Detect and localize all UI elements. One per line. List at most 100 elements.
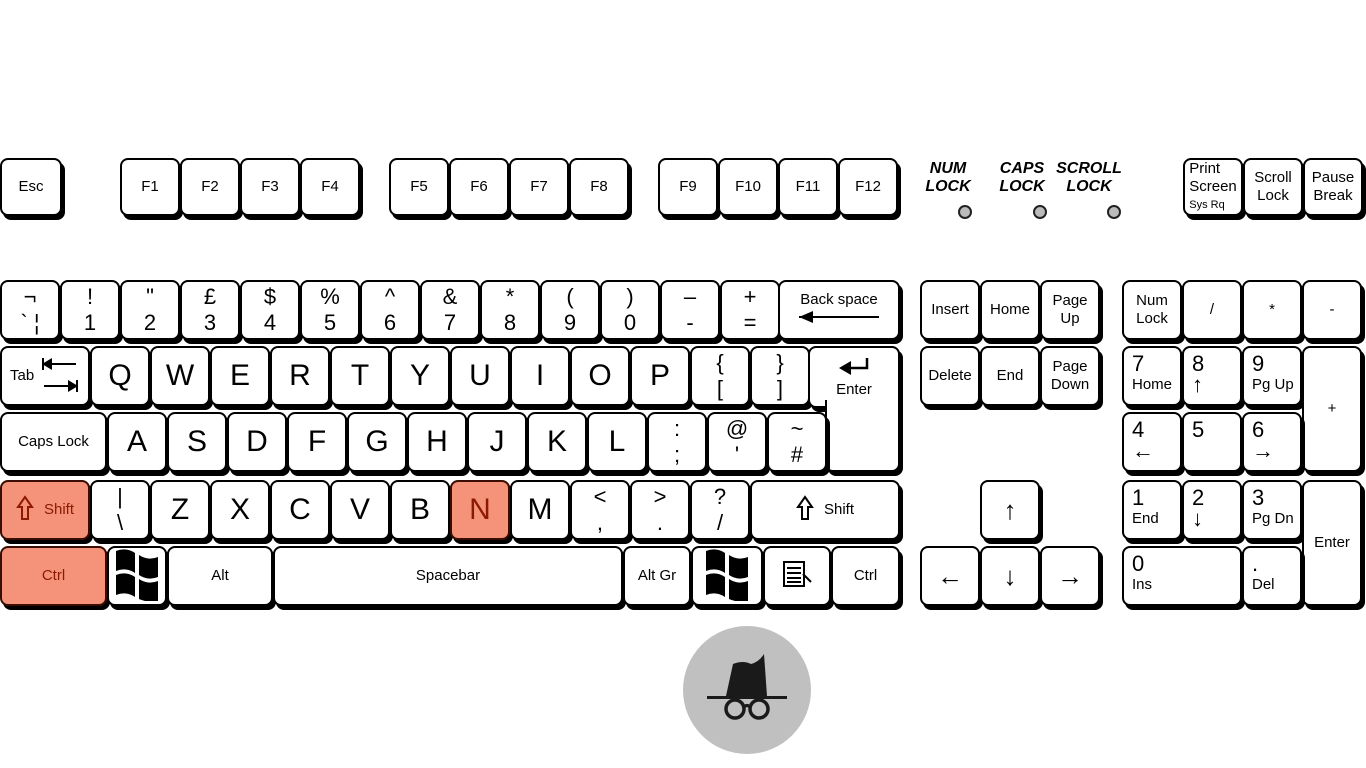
- number-row-key[interactable]: " 2: [120, 280, 180, 340]
- letter-key[interactable]: A: [107, 412, 167, 472]
- letter-key[interactable]: H: [407, 412, 467, 472]
- enter-key-lower[interactable]: [825, 400, 900, 472]
- tab-key[interactable]: Tab: [0, 346, 90, 406]
- number-row-key[interactable]: £3: [180, 280, 240, 340]
- esc-key[interactable]: Esc: [0, 158, 62, 216]
- alt-gr-key[interactable]: Alt Gr: [623, 546, 691, 606]
- letter-key[interactable]: D: [227, 412, 287, 472]
- backspace-key[interactable]: Back space: [778, 280, 900, 340]
- home-key[interactable]: Home: [980, 280, 1040, 340]
- letter-key[interactable]: Q: [90, 346, 150, 406]
- end-key[interactable]: End: [980, 346, 1040, 406]
- f2-key[interactable]: F2: [180, 158, 240, 216]
- number-row-key[interactable]: (9: [540, 280, 600, 340]
- letter-key[interactable]: I: [510, 346, 570, 406]
- left-arrow-key[interactable]: ←: [920, 546, 980, 606]
- letter-key[interactable]: B: [390, 480, 450, 540]
- number-row-key[interactable]: ^ 6: [360, 280, 420, 340]
- numpad-key[interactable]: 7 Home: [1122, 346, 1182, 406]
- numpad-key[interactable]: 4 ←: [1122, 412, 1182, 472]
- numpad-key[interactable]: 9 Pg Up: [1242, 346, 1302, 406]
- print-screen-key[interactable]: Print Screen Sys Rq: [1183, 158, 1243, 216]
- number-row-key[interactable]: & 7: [420, 280, 480, 340]
- f8-key[interactable]: F8: [569, 158, 629, 216]
- numpad-key[interactable]: *: [1242, 280, 1302, 340]
- insert-key[interactable]: Insert: [920, 280, 980, 340]
- number-row-key[interactable]: * 8: [480, 280, 540, 340]
- letter-key[interactable]: Z: [150, 480, 210, 540]
- alt-key[interactable]: Alt: [167, 546, 273, 606]
- letter-key[interactable]: S: [167, 412, 227, 472]
- number-row-key[interactable]: $4: [240, 280, 300, 340]
- f9-key[interactable]: F9: [658, 158, 718, 216]
- numpad-key[interactable]: 6 →: [1242, 412, 1302, 472]
- number-row-key[interactable]: ) 0: [600, 280, 660, 340]
- letter-key[interactable]: <,: [570, 480, 630, 540]
- letter-key[interactable]: T: [330, 346, 390, 406]
- numpad-key[interactable]: 3 Pg Dn: [1242, 480, 1302, 540]
- number-row-key[interactable]: % 5: [300, 280, 360, 340]
- f4-key[interactable]: F4: [300, 158, 360, 216]
- f1-key[interactable]: F1: [120, 158, 180, 216]
- spacebar-key[interactable]: Spacebar: [273, 546, 623, 606]
- n-key[interactable]: N: [450, 480, 510, 540]
- letter-key[interactable]: G: [347, 412, 407, 472]
- left-windows-key[interactable]: [107, 546, 167, 606]
- letter-key[interactable]: W: [150, 346, 210, 406]
- letter-key[interactable]: | \: [90, 480, 150, 540]
- letter-key[interactable]: ~ #: [767, 412, 827, 472]
- number-row-key[interactable]: ¬ ` ¦: [0, 280, 60, 340]
- letter-key[interactable]: >.: [630, 480, 690, 540]
- enter-key[interactable]: Enter: [808, 346, 900, 408]
- page-up-key[interactable]: Page Up: [1040, 280, 1100, 340]
- f5-key[interactable]: F5: [389, 158, 449, 216]
- letter-key[interactable]: P: [630, 346, 690, 406]
- letter-key[interactable]: E: [210, 346, 270, 406]
- right-shift-key[interactable]: Shift: [750, 480, 900, 540]
- left-shift-key[interactable]: Shift: [0, 480, 90, 540]
- numpad-key[interactable]: +: [1302, 346, 1362, 472]
- number-row-key[interactable]: + =: [720, 280, 780, 340]
- f6-key[interactable]: F6: [449, 158, 509, 216]
- numpad-key[interactable]: Num Lock: [1122, 280, 1182, 340]
- numpad-key[interactable]: 0 Ins: [1122, 546, 1242, 606]
- numpad-key[interactable]: 8 ↑: [1182, 346, 1242, 406]
- right-arrow-key[interactable]: →: [1040, 546, 1100, 606]
- numpad-key[interactable]: 5: [1182, 412, 1242, 472]
- number-row-key[interactable]: – -: [660, 280, 720, 340]
- delete-key[interactable]: Delete: [920, 346, 980, 406]
- letter-key[interactable]: ? /: [690, 480, 750, 540]
- numpad-key[interactable]: Enter: [1302, 480, 1362, 606]
- letter-key[interactable]: V: [330, 480, 390, 540]
- letter-key[interactable]: Y: [390, 346, 450, 406]
- letter-key[interactable]: O: [570, 346, 630, 406]
- letter-key[interactable]: F: [287, 412, 347, 472]
- letter-key[interactable]: U: [450, 346, 510, 406]
- letter-key[interactable]: :;: [647, 412, 707, 472]
- left-ctrl-key[interactable]: Ctrl: [0, 546, 107, 606]
- number-row-key[interactable]: ! 1: [60, 280, 120, 340]
- menu-key[interactable]: [763, 546, 831, 606]
- letter-key[interactable]: }]: [750, 346, 810, 406]
- f3-key[interactable]: F3: [240, 158, 300, 216]
- down-arrow-key[interactable]: ↓: [980, 546, 1040, 606]
- up-arrow-key[interactable]: ↑: [980, 480, 1040, 540]
- letter-key[interactable]: K: [527, 412, 587, 472]
- numpad-key[interactable]: /: [1182, 280, 1242, 340]
- letter-key[interactable]: L: [587, 412, 647, 472]
- numpad-key[interactable]: -: [1302, 280, 1362, 340]
- numpad-key[interactable]: 1 End: [1122, 480, 1182, 540]
- pause-break-key[interactable]: Pause Break: [1303, 158, 1363, 216]
- numpad-key[interactable]: . Del: [1242, 546, 1302, 606]
- page-down-key[interactable]: Page Down: [1040, 346, 1100, 406]
- letter-key[interactable]: {[: [690, 346, 750, 406]
- right-windows-key[interactable]: [691, 546, 763, 606]
- right-ctrl-key[interactable]: Ctrl: [831, 546, 900, 606]
- f7-key[interactable]: F7: [509, 158, 569, 216]
- letter-key[interactable]: X: [210, 480, 270, 540]
- scroll-lock-key[interactable]: Scroll Lock: [1243, 158, 1303, 216]
- numpad-key[interactable]: 2 ↓: [1182, 480, 1242, 540]
- letter-key[interactable]: @ ': [707, 412, 767, 472]
- letter-key[interactable]: C: [270, 480, 330, 540]
- f10-key[interactable]: F10: [718, 158, 778, 216]
